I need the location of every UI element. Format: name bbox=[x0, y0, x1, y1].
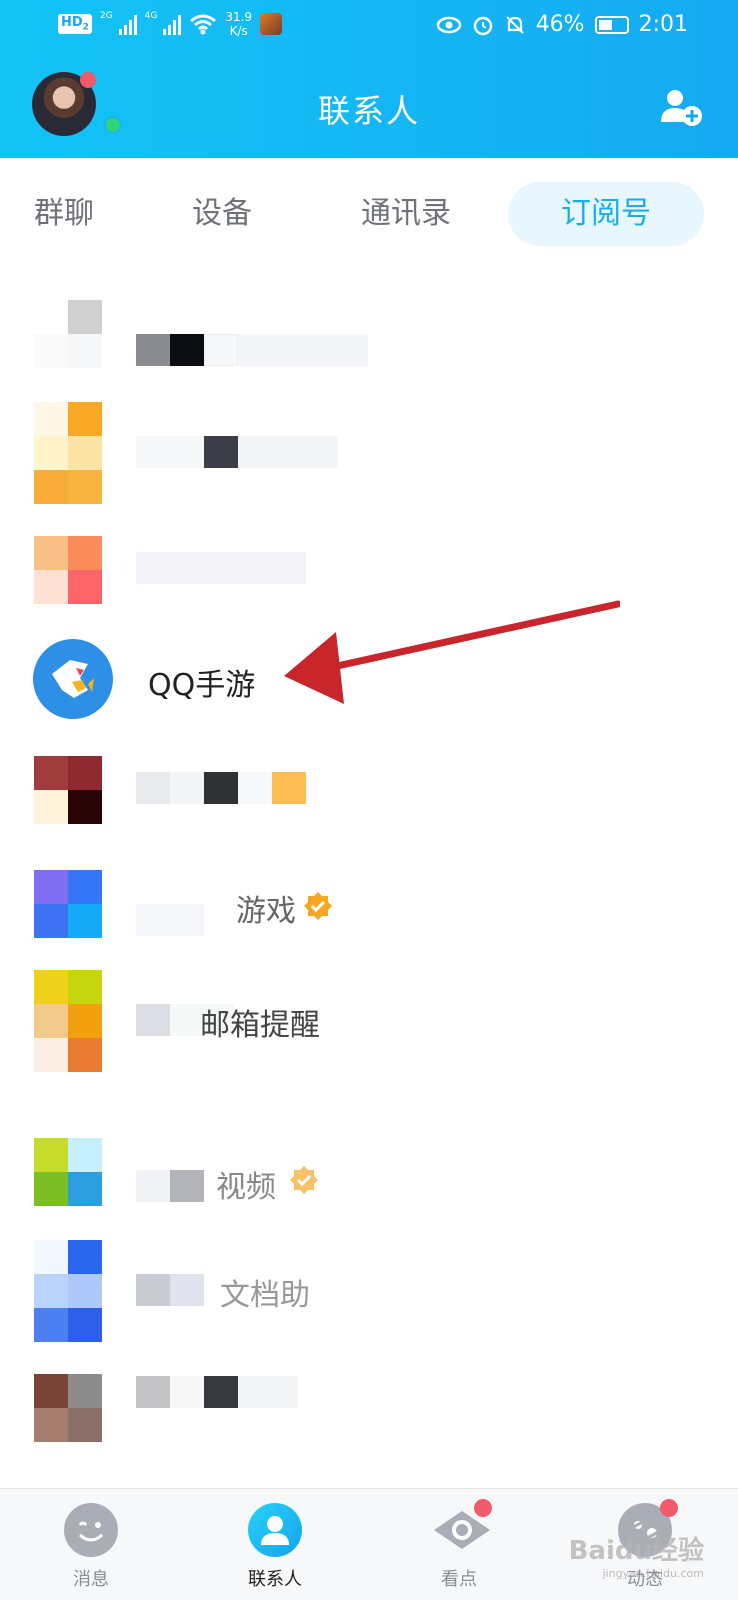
blurred-text bbox=[238, 1376, 298, 1408]
blurred-text bbox=[170, 334, 204, 366]
blurred-text bbox=[136, 1274, 170, 1306]
list-item-title: 文档助 bbox=[220, 1278, 310, 1313]
nav-label: 消息 bbox=[73, 1569, 109, 1590]
alarm-icon bbox=[473, 16, 492, 35]
blurred-text bbox=[136, 1376, 170, 1408]
clock-time: 2:01 bbox=[638, 12, 688, 37]
qq-mobile-game-icon bbox=[33, 639, 113, 719]
blurred-avatar bbox=[34, 1240, 102, 1342]
blurred-text bbox=[170, 772, 204, 804]
page-title: 联系人 bbox=[317, 92, 420, 130]
list-item[interactable]: 视频 bbox=[0, 1138, 738, 1248]
message-icon bbox=[64, 1503, 118, 1557]
blurred-text bbox=[204, 772, 238, 804]
blurred-avatar bbox=[34, 1374, 102, 1442]
blurred-text bbox=[136, 904, 204, 936]
annotation-arrow bbox=[284, 600, 620, 704]
tab-group-chat[interactable]: 群聊 bbox=[14, 182, 114, 246]
add-friend-icon[interactable] bbox=[658, 88, 704, 128]
list-item-title: QQ手游 bbox=[148, 668, 256, 703]
blurred-text bbox=[204, 1376, 238, 1408]
blurred-avatar bbox=[34, 300, 102, 368]
nav-label: 看点 bbox=[441, 1569, 477, 1590]
list-item-title: 视频 bbox=[216, 1170, 276, 1205]
blurred-text bbox=[238, 334, 368, 366]
wifi-icon bbox=[190, 14, 217, 35]
nav-contacts[interactable]: 联系人 bbox=[230, 1503, 320, 1591]
blurred-text bbox=[238, 436, 338, 468]
tab-address-book[interactable]: 通讯录 bbox=[336, 182, 476, 246]
blurred-text bbox=[238, 772, 272, 804]
contact-tabs: 群聊 设备 通讯录 订阅号 bbox=[0, 158, 738, 258]
tab-devices[interactable]: 设备 bbox=[172, 182, 272, 246]
battery-icon bbox=[594, 15, 629, 34]
tab-subscriptions[interactable]: 订阅号 bbox=[508, 182, 704, 246]
watermark: Baidu经验 jingyan.baidu.com bbox=[568, 1536, 704, 1580]
list-item[interactable] bbox=[0, 300, 738, 410]
nav-label: 联系人 bbox=[248, 1569, 302, 1590]
blurred-text bbox=[204, 436, 238, 468]
blurred-avatar bbox=[34, 536, 102, 604]
signal-label-1: 2G bbox=[99, 11, 113, 21]
list-item[interactable] bbox=[0, 746, 738, 856]
eye-icon bbox=[436, 16, 461, 33]
blurred-text bbox=[136, 1170, 170, 1202]
blurred-avatar bbox=[34, 870, 102, 938]
list-item-title: 邮箱提醒 bbox=[200, 1008, 320, 1043]
list-item[interactable]: 邮箱提醒 bbox=[0, 970, 738, 1080]
blurred-text bbox=[136, 552, 306, 584]
mute-icon bbox=[505, 15, 524, 34]
nav-kandian[interactable]: 看点 bbox=[414, 1499, 504, 1591]
blurred-text bbox=[136, 772, 170, 804]
list-item[interactable]: 文档助 bbox=[0, 1240, 738, 1350]
list-item[interactable] bbox=[0, 1374, 738, 1484]
verified-badge-icon bbox=[290, 1166, 318, 1194]
blurred-text bbox=[170, 1170, 204, 1202]
signal-label-2: 4G bbox=[144, 11, 158, 21]
blurred-avatar bbox=[34, 756, 102, 824]
blurred-text bbox=[272, 772, 306, 804]
blurred-text bbox=[170, 1376, 204, 1408]
header-bar: HD2 2G 4G 31.9 K/s 46% 2:01 联系人 bbox=[0, 0, 738, 158]
nav-badge-dot bbox=[660, 1499, 678, 1517]
list-item[interactable] bbox=[0, 402, 738, 512]
blurred-avatar bbox=[34, 970, 102, 1072]
list-item-title: 游戏 bbox=[236, 894, 296, 929]
nav-messages[interactable]: 消息 bbox=[46, 1503, 136, 1591]
blurred-text bbox=[136, 1004, 170, 1036]
blurred-avatar bbox=[34, 1138, 102, 1206]
contacts-icon bbox=[248, 1503, 302, 1557]
nav-badge-dot bbox=[474, 1499, 492, 1517]
battery-percent: 46% bbox=[535, 12, 585, 37]
blurred-text bbox=[204, 334, 238, 366]
blurred-avatar bbox=[34, 402, 102, 504]
signal-icon-2 bbox=[163, 13, 182, 35]
signal-icon bbox=[118, 13, 137, 35]
blurred-text bbox=[136, 436, 204, 468]
network-speed: 31.9 K/s bbox=[225, 10, 253, 38]
hd-badge: HD2 bbox=[58, 14, 92, 34]
list-item[interactable]: 游戏 bbox=[0, 860, 738, 970]
status-bar: HD2 2G 4G 31.9 K/s 46% 2:01 bbox=[0, 0, 738, 56]
game-notification-icon bbox=[260, 13, 283, 35]
blurred-text bbox=[170, 1274, 204, 1306]
verified-badge-icon bbox=[304, 892, 332, 920]
blurred-text bbox=[136, 334, 170, 366]
